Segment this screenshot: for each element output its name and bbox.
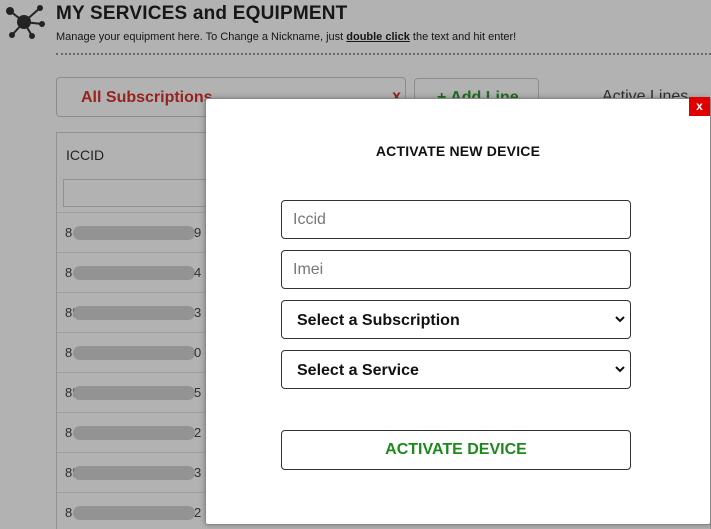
activate-device-dialog: x ACTIVATE NEW DEVICE Select a Subscript…: [205, 97, 711, 525]
activate-device-label: ACTIVATE DEVICE: [385, 441, 527, 458]
subscription-select[interactable]: Select a Subscription: [281, 300, 631, 339]
imei-input[interactable]: [281, 250, 631, 289]
service-select[interactable]: Select a Service: [281, 350, 631, 389]
activate-device-button[interactable]: ACTIVATE DEVICE: [281, 430, 631, 470]
subscription-select-value: Select a Subscription: [297, 312, 460, 329]
dialog-title: ACTIVATE NEW DEVICE: [375, 143, 541, 159]
chevron-down-icon: [615, 316, 625, 323]
iccid-input[interactable]: [281, 200, 631, 239]
chevron-down-icon: [615, 366, 625, 373]
close-button[interactable]: x: [689, 97, 710, 116]
service-select-value: Select a Service: [297, 362, 419, 379]
